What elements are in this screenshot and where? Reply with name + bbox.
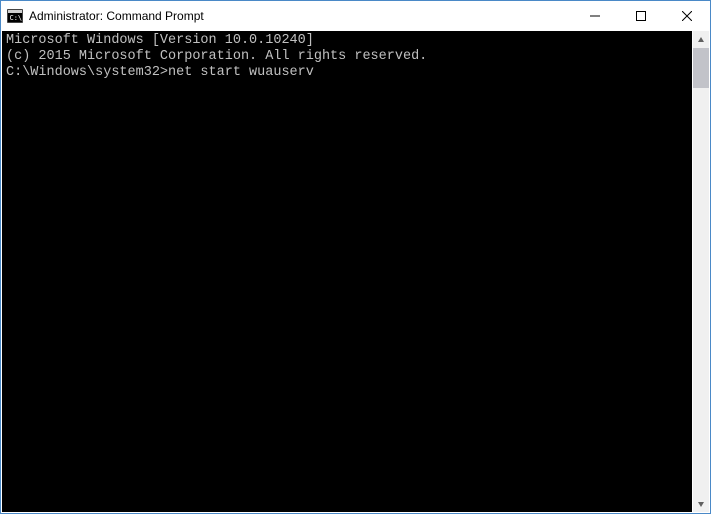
command-prompt-window: C:\ Administrator: Command Prompt Micros… [0, 0, 711, 514]
vertical-scrollbar[interactable] [692, 31, 709, 512]
window-title: Administrator: Command Prompt [29, 9, 572, 23]
copyright-line: (c) 2015 Microsoft Corporation. All righ… [6, 49, 688, 65]
scroll-up-button[interactable] [693, 31, 709, 48]
maximize-button[interactable] [618, 1, 664, 31]
window-controls [572, 1, 710, 31]
prompt-line: C:\Windows\system32>net start wuauserv [6, 65, 688, 81]
close-button[interactable] [664, 1, 710, 31]
prompt-text: C:\Windows\system32> [6, 65, 168, 81]
minimize-button[interactable] [572, 1, 618, 31]
scroll-thumb[interactable] [693, 48, 709, 88]
command-text: net start wuauserv [168, 65, 314, 81]
svg-text:C:\: C:\ [10, 14, 23, 22]
cmd-icon: C:\ [7, 9, 23, 23]
scroll-track[interactable] [693, 48, 709, 495]
scroll-down-button[interactable] [693, 495, 709, 512]
version-line: Microsoft Windows [Version 10.0.10240] [6, 33, 688, 49]
titlebar[interactable]: C:\ Administrator: Command Prompt [1, 1, 710, 31]
content-area: Microsoft Windows [Version 10.0.10240](c… [1, 31, 710, 513]
terminal-output[interactable]: Microsoft Windows [Version 10.0.10240](c… [2, 31, 692, 512]
